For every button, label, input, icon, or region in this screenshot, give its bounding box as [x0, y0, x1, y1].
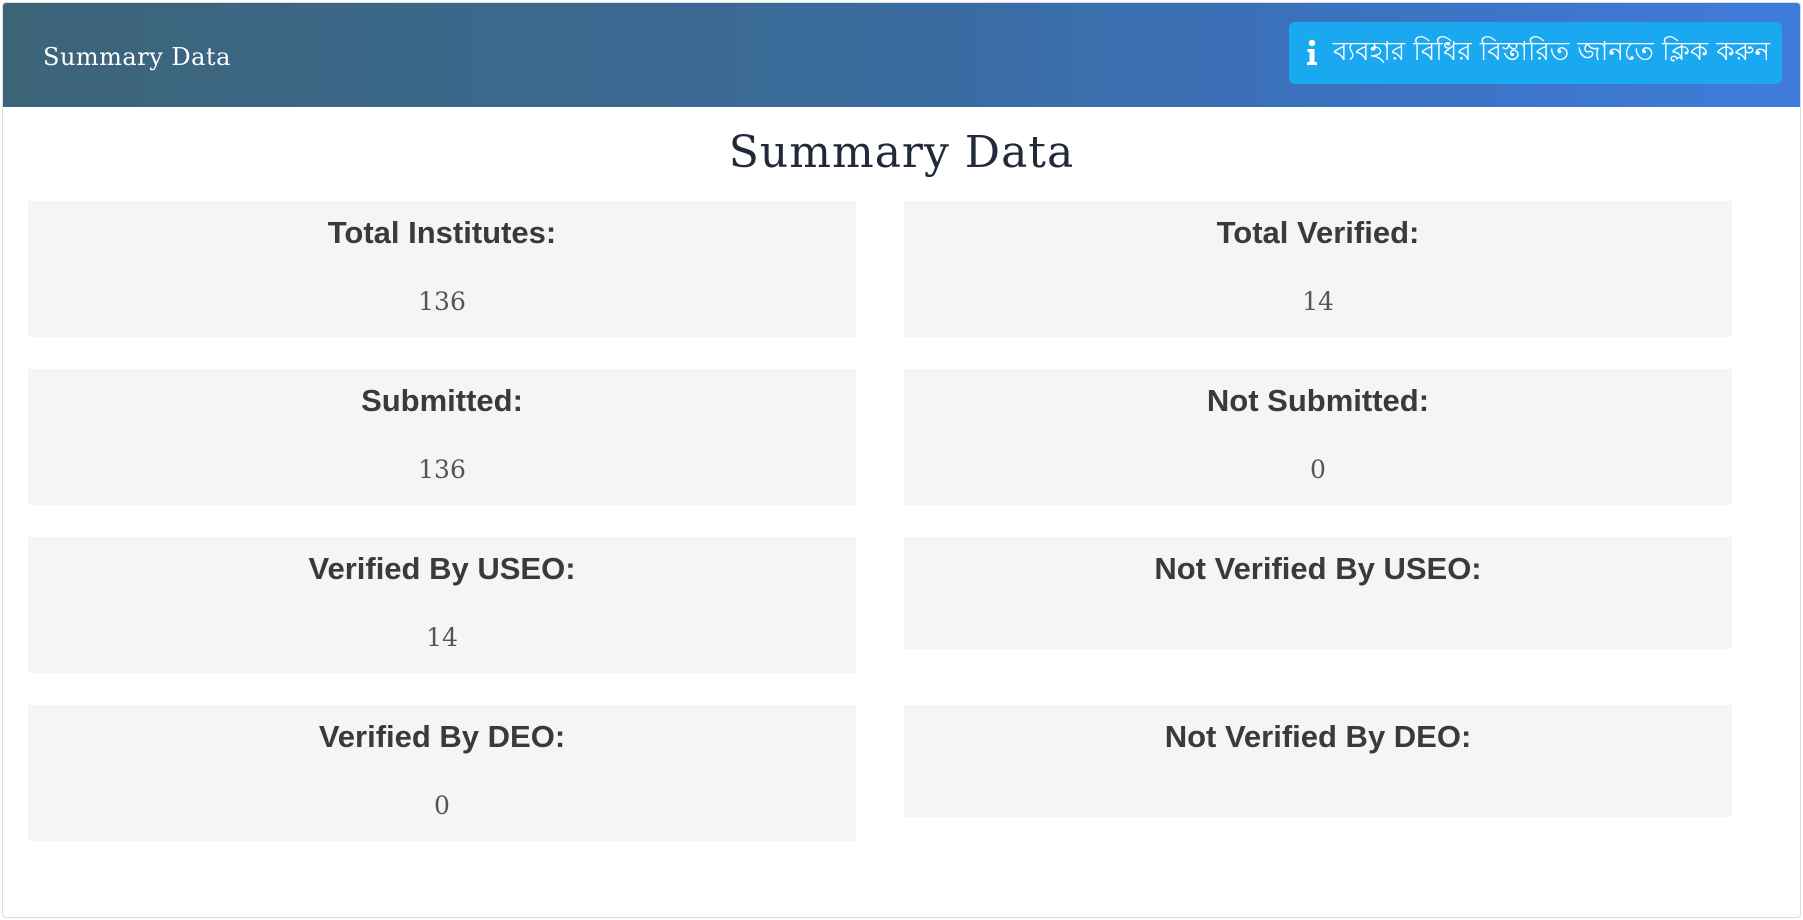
stat-verified-by-deo: Verified By DEO: 0 [28, 705, 856, 841]
stat-label: Not Verified By DEO: [1164, 719, 1472, 754]
info-button-label: ব্যবহার বিধির বিস্তারিত জানতে ক্লিক করুন [1333, 37, 1770, 67]
stat-label: Verified By USEO: [308, 551, 576, 586]
stat-label: Verified By DEO: [318, 719, 566, 754]
stat-label: Not Verified By USEO: [1154, 551, 1482, 586]
stat-value: 14 [1302, 287, 1334, 316]
stat-total-verified: Total Verified: 14 [904, 201, 1732, 337]
stat-label: Total Verified: [1216, 215, 1420, 250]
stat-not-verified-by-deo: Not Verified By DEO: [904, 705, 1732, 817]
stat-value: 14 [426, 623, 458, 652]
page-title: Summary Data [728, 127, 1075, 178]
stat-label: Submitted: [361, 383, 523, 418]
stat-value: 0 [434, 791, 450, 820]
stat-submitted: Submitted: 136 [28, 369, 856, 505]
stat-value: 136 [418, 455, 466, 484]
summary-card: Summary Data ব্যবহার বিধির বিস্তারিত জান… [2, 2, 1801, 918]
stat-total-institutes: Total Institutes: 136 [28, 201, 856, 337]
header-bar: Summary Data ব্যবহার বিধির বিস্তারিত জান… [3, 3, 1800, 107]
usage-rules-info-button[interactable]: ব্যবহার বিধির বিস্তারিত জানতে ক্লিক করুন [1289, 22, 1782, 84]
stat-verified-by-useo: Verified By USEO: 14 [28, 537, 856, 673]
stat-not-submitted: Not Submitted: 0 [904, 369, 1732, 505]
stat-value: 0 [1310, 455, 1326, 484]
stat-label: Not Submitted: [1206, 383, 1430, 418]
info-icon [1303, 38, 1321, 68]
header-title: Summary Data [43, 43, 231, 71]
stat-label: Total Institutes: [327, 215, 557, 250]
stat-value: 136 [418, 287, 466, 316]
stat-not-verified-by-useo: Not Verified By USEO: [904, 537, 1732, 649]
